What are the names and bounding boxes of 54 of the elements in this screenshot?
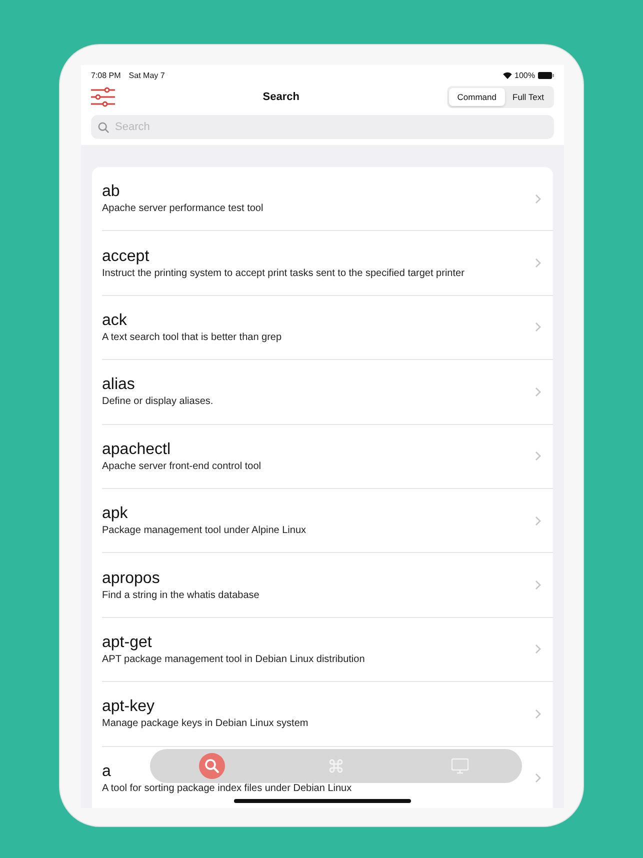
command-description: Instruct the printing system to accept print tasks sent to the specified target printer — [102, 268, 466, 279]
command-name: apachectl — [102, 440, 170, 459]
chevron-icon — [535, 644, 541, 654]
command-name: alias — [102, 376, 135, 394]
command-name: apt-get — [102, 634, 152, 652]
command-row[interactable]: apk Package management tool under Alpine Linux — [102, 488, 553, 554]
command-description: Apache server front-end control tool — [102, 460, 262, 472]
command-row[interactable]: apt-get APT package management tool in Debian Linux distribution — [102, 618, 553, 682]
command-row[interactable]: alias Define or display aliases. — [102, 360, 553, 425]
filter-sliders-icon[interactable] — [91, 87, 115, 107]
battery-percent: 100% — [514, 70, 535, 80]
chevron-icon — [535, 194, 541, 204]
status-date: Sat May 7 — [128, 70, 165, 80]
chevron-icon — [535, 516, 541, 526]
command-name: apropos — [102, 570, 160, 588]
command-row[interactable]: apachectl Apache server front-end control tool — [102, 424, 553, 489]
chevron-icon — [535, 451, 541, 462]
command-name: ab — [102, 183, 120, 202]
command-row[interactable]: apt-key Manage package keys in Debian Linux system — [102, 682, 553, 747]
chevron-icon — [535, 322, 541, 332]
status-time: 7:08 PM — [91, 70, 121, 80]
command-description: Manage package keys in Debian Linux system — [102, 718, 310, 730]
chevron-icon — [535, 773, 541, 784]
command-name: accept — [102, 248, 150, 266]
command-row[interactable]: ack A text search tool that is better than grep — [102, 296, 553, 360]
search-icon — [204, 758, 220, 774]
command-row[interactable]: ab Apache server performance test tool — [102, 167, 553, 232]
segment-tab[interactable]: Command — [449, 88, 504, 106]
command-description: A tool for sorting package index files under Debian Linux — [102, 782, 353, 794]
page-title: Search — [262, 91, 300, 103]
command-name: ack — [102, 312, 127, 330]
command-description: APT package management tool in Debian Linux distribution — [102, 654, 366, 665]
command-row[interactable]: accept Instruct the printing system to accept print tasks sent to the specified target printer — [102, 231, 553, 296]
command-description: Package management tool under Alpine Linux — [102, 525, 308, 536]
wifi-icon — [502, 72, 512, 78]
command-name: apk — [102, 505, 128, 524]
search-field[interactable]: Search — [91, 115, 554, 139]
battery-icon — [538, 72, 554, 78]
chevron-icon — [535, 258, 541, 268]
command-description: Find a string in the whatis database — [102, 590, 260, 601]
command-row[interactable]: apropos Find a string in the whatis database — [102, 553, 553, 618]
search-icon — [98, 122, 109, 132]
tab-button[interactable] — [199, 753, 225, 779]
command-description: A text search tool that is better than grep — [102, 332, 283, 343]
chevron-icon — [535, 580, 541, 590]
command-key-icon — [328, 758, 344, 774]
command-name: a — [102, 762, 111, 781]
chevron-icon — [535, 708, 541, 719]
chevron-icon — [535, 386, 541, 397]
command-description: Apache server performance test tool — [102, 203, 264, 214]
segment-tab[interactable]: Full Text — [504, 88, 552, 106]
command-name: apt-key — [102, 698, 154, 716]
monitor-icon — [451, 758, 469, 774]
command-description: Define or display aliases. — [102, 396, 214, 408]
